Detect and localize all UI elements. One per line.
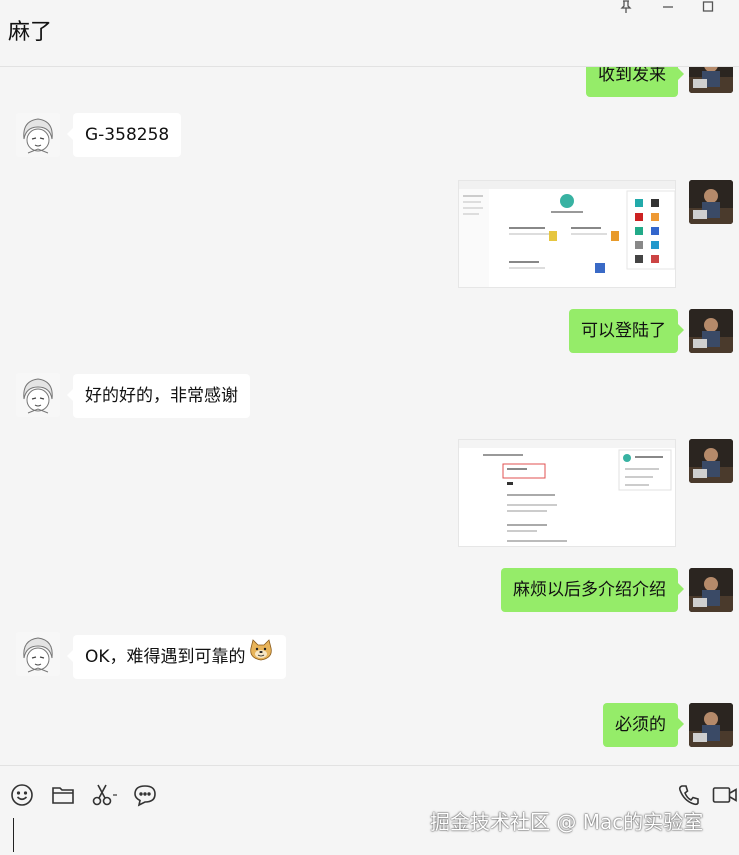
phone-icon[interactable]: [676, 782, 702, 808]
avatar-self[interactable]: [689, 568, 733, 612]
chat-title: 麻了: [8, 20, 53, 45]
pin-icon[interactable]: [616, 0, 636, 14]
message-bubble-sent[interactable]: 必须的: [603, 703, 684, 747]
emoji-icon[interactable]: [9, 782, 35, 808]
image-message[interactable]: [458, 180, 676, 288]
message-bubble-sent[interactable]: 收到发来: [586, 67, 684, 97]
message-list[interactable]: 收到发来 G-358258 可以登陆了 好的好的，非常感谢 麻烦以后多介绍介绍 …: [0, 67, 739, 764]
image-message[interactable]: [458, 439, 676, 547]
input-area[interactable]: 掘金技术社区 @ Mac的实验室: [0, 765, 739, 855]
message-bubble-sent[interactable]: 可以登陆了: [569, 309, 684, 353]
message-bubble-received[interactable]: 好的好的，非常感谢: [67, 374, 250, 418]
doge-emoji-icon: [248, 635, 274, 679]
avatar-contact[interactable]: [16, 113, 60, 157]
avatar-contact[interactable]: [16, 632, 60, 676]
chat-history-icon[interactable]: [132, 782, 158, 808]
video-icon[interactable]: [711, 782, 739, 808]
avatar-self[interactable]: [689, 67, 733, 93]
message-bubble-received[interactable]: G-358258: [66, 113, 182, 157]
avatar-contact[interactable]: [16, 373, 60, 417]
scissors-icon[interactable]: [90, 782, 122, 808]
avatar-self[interactable]: [689, 309, 733, 353]
avatar-self[interactable]: [689, 180, 733, 224]
avatar-self[interactable]: [689, 703, 733, 747]
maximize-icon[interactable]: [698, 0, 718, 14]
avatar-self[interactable]: [689, 439, 733, 483]
text-cursor: [13, 818, 14, 852]
watermark: 掘金技术社区 @ Mac的实验室: [430, 810, 704, 834]
message-bubble-sent[interactable]: 麻烦以后多介绍介绍: [501, 568, 684, 612]
message-text: OK，难得遇到可靠的: [85, 647, 246, 667]
folder-icon[interactable]: [50, 782, 76, 808]
minimize-icon[interactable]: [658, 0, 678, 14]
title-bar: 麻了: [0, 0, 739, 67]
message-bubble-received[interactable]: OK，难得遇到可靠的: [67, 635, 286, 679]
